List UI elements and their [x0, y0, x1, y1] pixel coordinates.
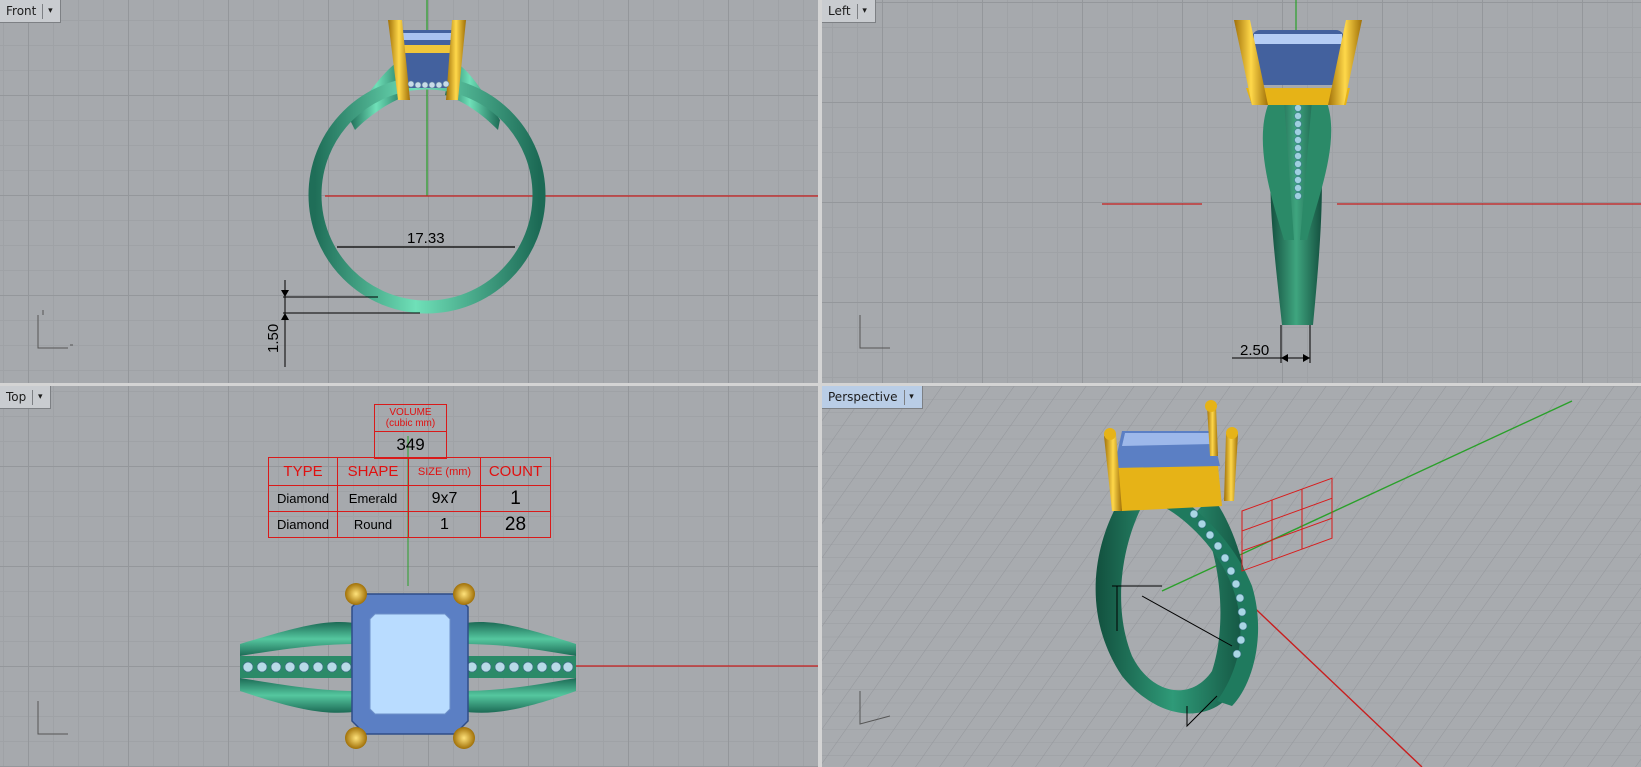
perspective-view-canvas [822, 386, 1641, 767]
tab-top-viewport[interactable]: Top ▾ [0, 386, 52, 409]
viewport-title: Top [6, 390, 27, 404]
viewport-title: Perspective [828, 390, 898, 404]
viewport-title: Front [6, 4, 37, 18]
table-cell: 28 [480, 511, 551, 538]
chevron-down-icon[interactable]: ▾ [856, 3, 872, 19]
table-cell: Diamond [268, 511, 338, 538]
table-row: Diamond Emerald 9x7 1 [268, 485, 551, 512]
shank-thickness-label: 1.50 [265, 323, 282, 353]
table-row: Diamond Round 1 28 [268, 511, 551, 538]
table-cell: 1 [408, 511, 481, 538]
prong [453, 583, 475, 605]
tab-perspective-viewport[interactable]: Perspective ▾ [822, 386, 923, 409]
prong [345, 583, 367, 605]
volume-value: 349 [396, 435, 425, 454]
table-cell: Diamond [268, 485, 338, 512]
volume-label: VOLUME (cubic mm) [375, 405, 446, 432]
top-viewport[interactable]: VOLUME (cubic mm) 349 TYPE SHAPE SIZE (m… [0, 386, 818, 767]
front-view-canvas [37, 0, 818, 367]
chevron-down-icon[interactable]: ▾ [32, 389, 47, 405]
left-viewport[interactable]: 2.50 Left ▾ [822, 0, 1641, 383]
prong [345, 727, 367, 749]
table-header: SHAPE [337, 457, 409, 486]
front-viewport[interactable]: 17.33 1.50 Front ▾ [0, 0, 818, 383]
table-cell: 9x7 [408, 485, 481, 512]
table-cell: Round [337, 511, 409, 538]
table-header: TYPE [268, 457, 338, 486]
table-header: COUNT [480, 457, 551, 486]
tab-left-viewport[interactable]: Left ▾ [822, 0, 876, 23]
left-view-canvas [859, 0, 1641, 363]
table-header: SIZE (mm) [408, 457, 481, 486]
inner-diameter-label: 17.33 [407, 230, 445, 247]
prong [453, 727, 475, 749]
chevron-down-icon[interactable]: ▾ [42, 3, 57, 19]
tab-front-viewport[interactable]: Front ▾ [0, 0, 62, 23]
volume-box: VOLUME (cubic mm) 349 [374, 404, 447, 459]
perspective-viewport[interactable]: Perspective ▾ [822, 386, 1641, 767]
shank-width-label: 2.50 [1240, 342, 1270, 359]
table-cell: 1 [480, 485, 551, 512]
viewport-title: Left [828, 4, 851, 18]
chevron-down-icon[interactable]: ▾ [903, 389, 919, 405]
stone-table: TYPE SHAPE SIZE (mm) COUNT Diamond Emera… [268, 457, 551, 538]
table-cell: Emerald [337, 485, 409, 512]
